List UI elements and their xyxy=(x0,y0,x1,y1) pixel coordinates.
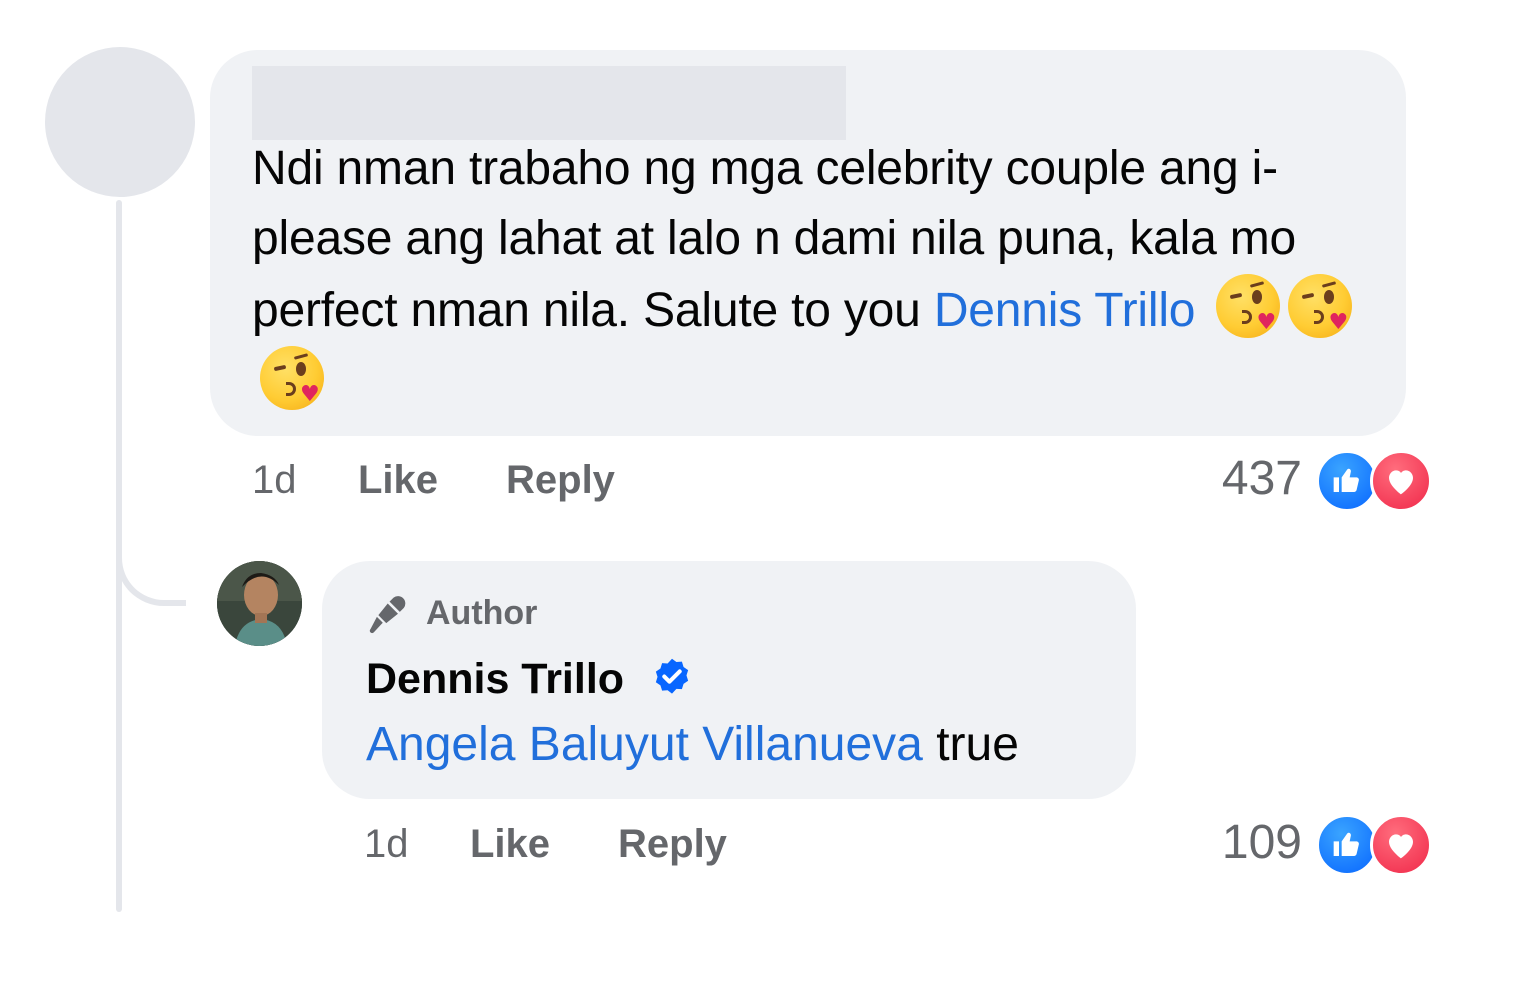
comment-actions: 1d Like Reply xyxy=(252,458,852,508)
reaction-count: 437 xyxy=(1221,452,1302,505)
microphone-icon xyxy=(369,596,406,634)
like-button[interactable]: Like xyxy=(358,458,438,503)
comment-bubble: Ndi nman trabaho ng mga celebrity couple… xyxy=(210,50,1406,436)
reply-bubble: Author Dennis Trillo Angela Baluyut Vill… xyxy=(322,561,1136,799)
kissing-heart-emoji: ♥ xyxy=(260,346,324,410)
reply-button[interactable]: Reply xyxy=(618,822,727,867)
reply-author-name[interactable]: Dennis Trillo xyxy=(366,653,624,705)
avatar[interactable] xyxy=(45,47,195,197)
kissing-heart-emoji: ♥ xyxy=(1288,274,1353,338)
commenter-name-redacted[interactable] xyxy=(252,66,846,140)
reply-actions: 1d Like Reply xyxy=(364,822,964,872)
reply-avatar[interactable] xyxy=(217,561,302,646)
like-icon xyxy=(1316,450,1378,512)
comment-text: Ndi nman trabaho ng mga celebrity couple… xyxy=(252,134,1382,418)
reaction-count: 109 xyxy=(1221,816,1302,869)
comment-timestamp[interactable]: 1d xyxy=(252,458,297,503)
reply-body: true xyxy=(936,718,1019,771)
like-icon xyxy=(1316,814,1378,876)
reactions-summary[interactable]: 109 xyxy=(1150,814,1432,876)
like-button[interactable]: Like xyxy=(470,822,550,867)
love-icon xyxy=(1370,814,1432,876)
thread-connector xyxy=(116,540,186,606)
reply-text: Angela Baluyut Villanueva true xyxy=(366,717,1019,773)
verified-badge-icon xyxy=(655,658,689,694)
reply-timestamp[interactable]: 1d xyxy=(364,822,409,867)
mention-link[interactable]: Dennis Trillo xyxy=(934,284,1196,337)
reply-button[interactable]: Reply xyxy=(506,458,615,503)
kissing-heart-emoji: ♥ xyxy=(1216,274,1281,338)
mention-link[interactable]: Angela Baluyut Villanueva xyxy=(366,718,923,771)
reactions-summary[interactable]: 437 xyxy=(1150,450,1432,512)
love-icon xyxy=(1370,450,1432,512)
author-badge-label: Author xyxy=(426,594,538,632)
